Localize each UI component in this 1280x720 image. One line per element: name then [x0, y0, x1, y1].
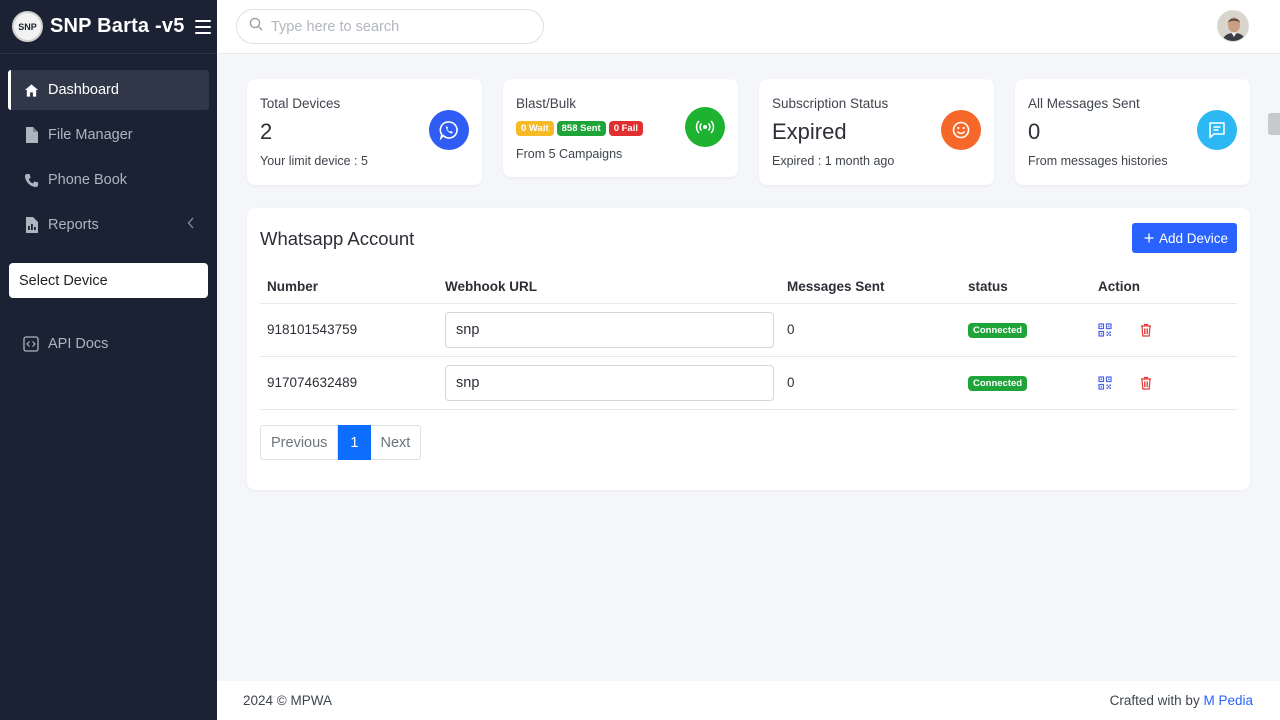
device-number: 917074632489 [260, 356, 438, 410]
webhook-cell [438, 356, 780, 410]
sidebar-item-label: Dashboard [48, 82, 119, 98]
column-header: Webhook URL [438, 270, 780, 304]
message-icon [1197, 110, 1237, 150]
home-icon [23, 82, 39, 98]
file-icon [23, 127, 39, 143]
fail-badge: 0 Fail [608, 121, 643, 136]
column-header: Messages Sent [780, 270, 961, 304]
smile-icon [941, 110, 981, 150]
card-label: Total Devices [260, 96, 341, 111]
device-number: 918101543759 [260, 303, 438, 357]
card-subtext: Expired : 1 month ago [772, 154, 895, 168]
column-header: status [961, 270, 1091, 304]
report-icon [23, 217, 39, 233]
sidebar-item-label: File Manager [48, 127, 133, 143]
pagination: Previous 1 Next [260, 425, 422, 460]
avatar[interactable] [1217, 10, 1249, 42]
card-subtext: Your limit device : 5 [260, 154, 368, 168]
action-cell [1091, 356, 1237, 410]
footer-credit-text: Crafted with by [1109, 693, 1200, 708]
card-value: Expired [772, 119, 847, 144]
footer-credit-link[interactable]: M Pedia [1203, 693, 1253, 708]
sidebar-item-file-manager[interactable]: File Manager [8, 115, 209, 155]
delete-icon[interactable] [1140, 323, 1152, 337]
qr-code-icon[interactable] [1098, 375, 1112, 390]
sidebar-nav: Dashboard File Manager Phone Book Report… [0, 54, 217, 364]
accounts-table: Number Webhook URL Messages Sent status … [260, 270, 1237, 410]
card-label: Blast/Bulk [516, 96, 577, 111]
messages-sent-card: All Messages Sent 0 From messages histor… [1015, 79, 1250, 185]
table-row: 918101543759 0 Connected [260, 303, 1237, 357]
code-icon [23, 336, 39, 352]
whatsapp-account-panel: Whatsapp Account Add Device Number Webho… [247, 208, 1250, 490]
card-value: 2 [260, 119, 273, 144]
sidebar-item-reports[interactable]: Reports [8, 205, 209, 245]
select-device-dropdown[interactable]: Select Device [9, 263, 208, 298]
blast-bulk-card: Blast/Bulk 0 Wait 858 Sent 0 Fail From 5… [503, 79, 738, 177]
sidebar-item-label: Phone Book [48, 172, 128, 188]
plus-icon [1144, 231, 1154, 246]
status-cell: Connected [961, 356, 1091, 410]
webhook-url-input[interactable] [445, 311, 774, 348]
app-logo[interactable]: SNP [12, 11, 43, 42]
panel-title: Whatsapp Account [260, 228, 415, 249]
next-page-button[interactable]: Next [370, 425, 422, 460]
phone-icon [23, 172, 39, 188]
sidebar-item-label: API Docs [48, 336, 109, 352]
sidebar: SNP SNP Barta -v5 Dashboard File Manager… [0, 0, 217, 720]
previous-page-button[interactable]: Previous [260, 425, 339, 460]
search-input[interactable] [271, 18, 521, 35]
broadcast-icon [685, 107, 725, 147]
webhook-cell [438, 303, 780, 357]
sidebar-item-label: Reports [48, 217, 99, 233]
subscription-card: Subscription Status Expired Expired : 1 … [759, 79, 994, 185]
status-badge: Connected [968, 323, 1028, 338]
webhook-url-input[interactable] [445, 364, 774, 401]
footer-credit: Crafted with by M Pedia [1110, 693, 1253, 708]
search-icon [249, 17, 263, 36]
sidebar-item-api-docs[interactable]: API Docs [8, 324, 209, 364]
footer-copyright: 2024 © MPWA [243, 693, 332, 708]
table-header-row: Number Webhook URL Messages Sent status … [260, 270, 1237, 304]
table-row: 917074632489 0 Connected [260, 356, 1237, 410]
page-1-button[interactable]: 1 [338, 425, 371, 460]
add-device-button[interactable]: Add Device [1131, 223, 1237, 253]
blast-badges: 0 Wait 858 Sent 0 Fail [516, 121, 643, 136]
wait-badge: 0 Wait [516, 121, 554, 136]
qr-code-icon[interactable] [1098, 322, 1112, 337]
card-subtext: From messages histories [1028, 154, 1168, 168]
status-badge: Connected [968, 376, 1028, 391]
footer: 2024 © MPWA Crafted with by M Pedia [217, 681, 1280, 720]
messages-sent-count: 0 [780, 356, 961, 410]
messages-sent-count: 0 [780, 303, 961, 357]
column-header: Number [260, 270, 438, 304]
card-value: 0 [1028, 119, 1041, 144]
sidebar-item-dashboard[interactable]: Dashboard [8, 70, 209, 110]
action-cell [1091, 303, 1237, 357]
column-header: Action [1091, 270, 1237, 304]
delete-icon[interactable] [1140, 376, 1152, 390]
search-box [236, 9, 544, 44]
chevron-left-icon [187, 217, 195, 233]
add-device-label: Add Device [1158, 230, 1228, 246]
sidebar-item-phone-book[interactable]: Phone Book [8, 160, 209, 200]
card-label: Subscription Status [772, 96, 889, 111]
total-devices-card: Total Devices 2 Your limit device : 5 [247, 79, 482, 185]
brand: SNP SNP Barta -v5 [0, 0, 217, 54]
card-label: All Messages Sent [1028, 96, 1140, 111]
app-title: SNP Barta -v5 [50, 15, 185, 37]
card-subtext: From 5 Campaigns [516, 147, 623, 161]
status-cell: Connected [961, 303, 1091, 357]
sent-badge: 858 Sent [556, 121, 606, 136]
settings-drawer-tab[interactable] [1268, 113, 1280, 135]
top-bar [217, 0, 1280, 54]
menu-toggle-icon[interactable] [194, 19, 211, 34]
whatsapp-icon [429, 110, 469, 150]
